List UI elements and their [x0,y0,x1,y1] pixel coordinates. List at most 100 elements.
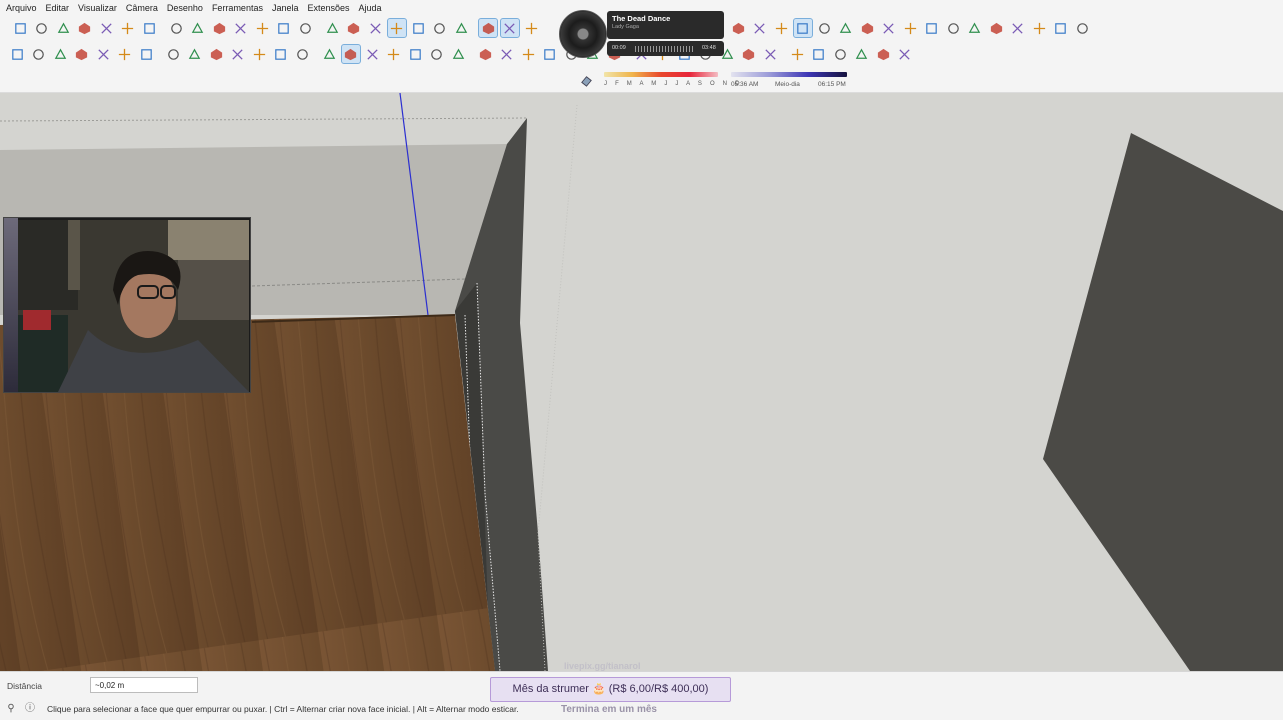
pie-icon[interactable] [292,44,312,64]
right-view-icon[interactable] [322,18,342,38]
menu-editar[interactable]: Editar [46,3,70,13]
eraser-icon[interactable] [72,44,92,64]
look-around-icon[interactable] [739,44,759,64]
outer-shell-icon[interactable] [830,44,850,64]
settings-icon[interactable] [986,18,1006,38]
back-edges-icon[interactable] [430,18,450,38]
three-point-arc-icon[interactable] [271,44,291,64]
subtract-icon[interactable] [895,44,915,64]
polygon-icon[interactable] [206,44,226,64]
offset-icon[interactable] [427,44,447,64]
right-panel-face[interactable] [1043,133,1283,671]
undo-icon[interactable] [166,18,186,38]
layout-icon[interactable] [922,18,942,38]
text-icon[interactable] [518,44,538,64]
hidden-edge [0,117,528,122]
select-icon[interactable] [7,44,27,64]
left-view-icon[interactable] [365,18,385,38]
solid-tools-icon[interactable] [809,44,829,64]
erase-icon[interactable] [139,18,159,38]
section-plane-icon[interactable] [750,18,770,38]
bottom-view-icon[interactable] [386,18,407,38]
circle-icon[interactable] [185,44,205,64]
warehouse-icon[interactable] [857,18,877,38]
webcam-overlay [3,217,251,393]
push-pull-icon[interactable] [340,44,361,64]
time-slider[interactable] [731,72,847,77]
info-icon[interactable] [1029,18,1049,38]
goal-deadline: Termina em um mês [561,704,657,715]
print-icon[interactable] [209,18,229,38]
menu-camera[interactable]: Câmera [126,3,158,13]
date-slider[interactable] [604,72,718,77]
cut-icon[interactable] [75,18,95,38]
freehand-icon[interactable] [115,44,135,64]
copy-icon[interactable] [96,18,116,38]
arc-icon[interactable] [228,44,248,64]
shaded-icon[interactable] [499,18,520,38]
top-view-icon[interactable] [274,18,294,38]
measurements-label: Distância [7,681,42,691]
account-icon[interactable] [1072,18,1092,38]
rotated-rect-icon[interactable] [163,44,183,64]
union-icon[interactable] [873,44,893,64]
dimension-icon[interactable] [475,44,495,64]
export-icon[interactable] [1008,18,1028,38]
scale-icon[interactable] [405,44,425,64]
shadow-toggle-icon[interactable] [576,70,596,90]
cart-icon[interactable] [1051,18,1071,38]
measurements-input[interactable] [90,677,198,693]
rectangle-icon[interactable] [136,44,156,64]
status-hint: Clique para selecionar a face que quer e… [47,704,519,714]
geo-location-icon[interactable]: ⚲ [5,703,17,715]
xray-icon[interactable] [408,18,428,38]
add-location-icon[interactable] [814,18,834,38]
extension-warehouse-icon[interactable] [900,18,920,38]
menu-arquivo[interactable]: Arquivo [6,3,37,13]
instructor-icon[interactable]: ⓘ [24,703,36,715]
new-file-icon[interactable] [10,18,30,38]
rotate-icon[interactable] [362,44,382,64]
shadow-settings-bar: J F M A M J J A S O N D 05:36 AM Meio-di… [0,67,1283,93]
section-cuts-icon[interactable] [792,18,813,38]
menu-ajuda[interactable]: Ajuda [359,3,382,13]
axes-icon[interactable] [540,44,560,64]
3d-viewport[interactable] [0,93,1283,671]
menu-desenho[interactable]: Desenho [167,3,203,13]
line-icon[interactable] [93,44,113,64]
two-point-arc-icon[interactable] [249,44,269,64]
open-icon[interactable] [32,18,52,38]
extension-manager-icon[interactable] [943,18,963,38]
hidden-line-icon[interactable] [478,18,498,38]
display-sections-icon[interactable] [771,18,791,38]
front-view-icon[interactable] [295,18,315,38]
sandbox-icon[interactable] [787,44,807,64]
toggle-terrain-icon[interactable] [836,18,856,38]
shaded-textures-icon[interactable] [521,18,541,38]
menu-janela[interactable]: Janela [272,3,299,13]
paste-icon[interactable] [118,18,138,38]
menu-visualizar[interactable]: Visualizar [78,3,117,13]
menu-ferramentas[interactable]: Ferramentas [212,3,263,13]
intersect-icon[interactable] [852,44,872,64]
trimble-connect-icon[interactable] [965,18,985,38]
tape-measure-icon[interactable] [448,44,468,64]
monochrome-icon[interactable] [728,18,748,38]
iso-view-icon[interactable] [252,18,272,38]
model-info-icon[interactable] [231,18,251,38]
redo-icon[interactable] [188,18,208,38]
back-view-icon[interactable] [344,18,364,38]
follow-me-icon[interactable] [384,44,404,64]
elapsed-time: 00:09 [612,45,626,51]
protractor-icon[interactable] [497,44,517,64]
track-artist: Lady Gaga [612,24,639,30]
time-start-label: 05:36 AM [731,81,759,88]
move-icon[interactable] [319,44,339,64]
menu-extensoes[interactable]: Extensões [308,3,350,13]
wireframe-icon[interactable] [451,18,471,38]
paint-bucket-icon[interactable] [50,44,70,64]
share-model-icon[interactable] [879,18,899,38]
save-icon[interactable] [53,18,73,38]
component-icon[interactable] [29,44,49,64]
walk-icon[interactable] [760,44,780,64]
